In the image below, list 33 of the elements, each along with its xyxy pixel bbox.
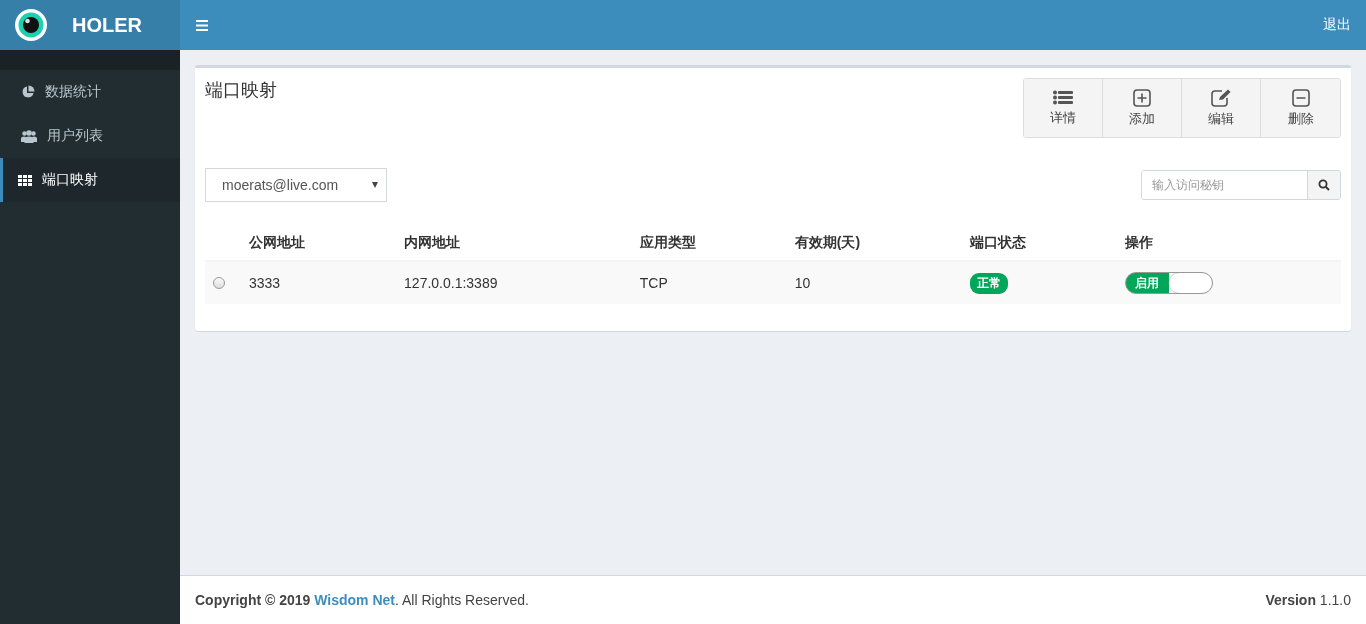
status-badge: 正常 xyxy=(969,272,1008,294)
sidebar-item[interactable]: 数据统计 xyxy=(0,70,180,114)
table-cell: TCP xyxy=(631,261,787,304)
edit-icon xyxy=(1211,88,1231,107)
minus-square-icon xyxy=(1291,88,1310,107)
caret-icon xyxy=(372,182,378,188)
plus-square-icon xyxy=(1133,88,1151,107)
toolbar-button[interactable]: 详情 xyxy=(1024,79,1103,137)
toolbar-button[interactable]: 编辑 xyxy=(1182,79,1261,137)
row-radio[interactable] xyxy=(213,277,225,289)
pie-chart-icon xyxy=(21,85,35,99)
grid-icon xyxy=(18,174,32,186)
search-button[interactable] xyxy=(1307,171,1340,199)
user-select[interactable]: moerats@live.com xyxy=(205,168,387,202)
logout-link[interactable]: 退出 xyxy=(1323,16,1351,34)
company-link[interactable]: Wisdom Net xyxy=(314,592,395,608)
version-text: Version 1.1.0 xyxy=(1265,592,1351,608)
users-icon xyxy=(21,129,37,143)
panel-title: 端口映射 xyxy=(205,79,277,102)
sidebar-item[interactable]: 用户列表 xyxy=(0,114,180,158)
copyright-text: Copyright © 2019 Wisdom Net. All Rights Reserved. xyxy=(195,592,529,608)
toolbar-button[interactable]: 添加 xyxy=(1103,79,1182,137)
table-cell: 3333 xyxy=(241,261,397,304)
sidebar-item[interactable]: 端口映射 xyxy=(0,158,180,202)
table-cell: 10 xyxy=(786,261,962,304)
app-title: HOLER xyxy=(72,13,142,37)
toolbar-button[interactable]: 删除 xyxy=(1261,79,1340,137)
list-icon xyxy=(1053,89,1073,106)
search-icon xyxy=(1318,179,1330,191)
eye-logo-icon xyxy=(14,8,48,42)
table-cell: 127.0.0.1:3389 xyxy=(396,261,632,304)
menu-icon xyxy=(196,19,208,31)
search-field[interactable]: 输入访问秘钥 xyxy=(1141,170,1341,200)
